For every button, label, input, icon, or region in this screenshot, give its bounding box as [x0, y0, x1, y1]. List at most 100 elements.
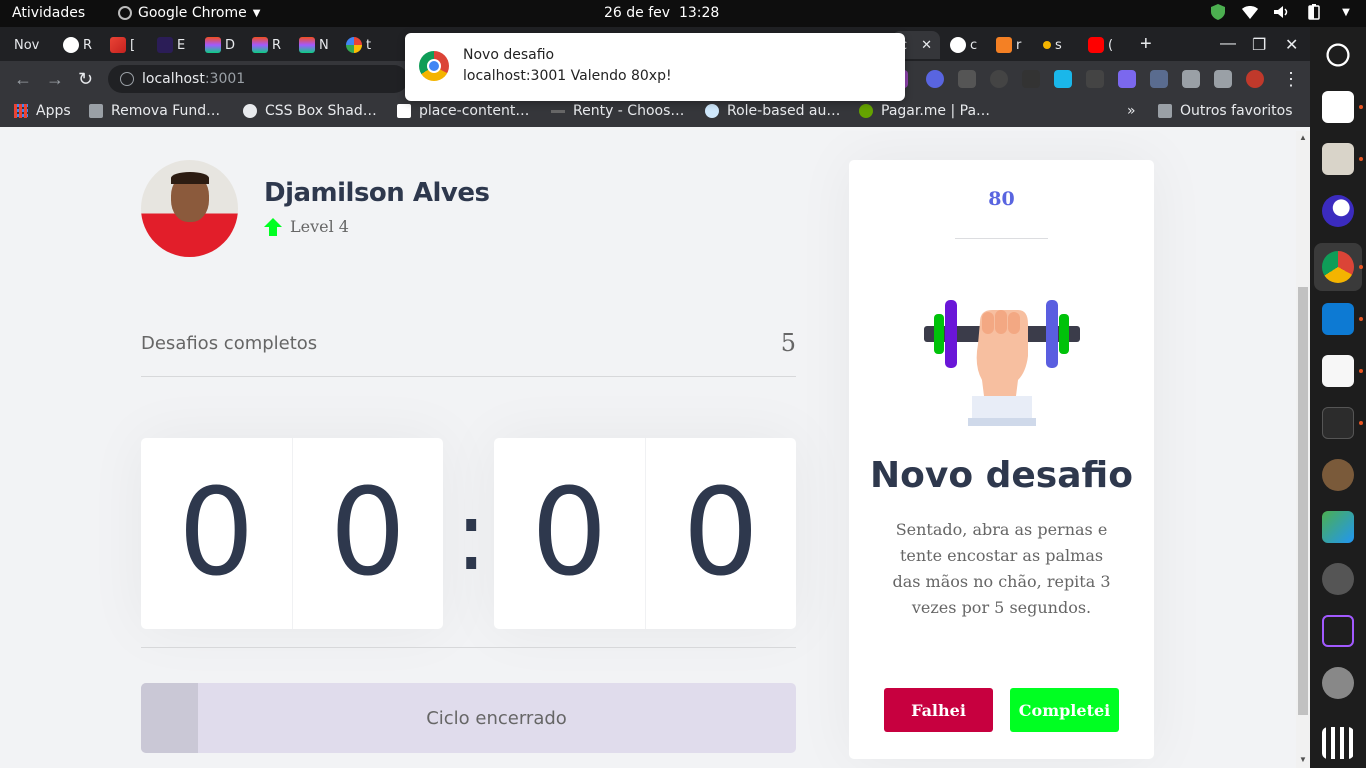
battery-icon[interactable]: [1306, 4, 1322, 20]
money-icon[interactable]: [1322, 511, 1354, 543]
bookmark-apps[interactable]: Apps: [14, 103, 71, 119]
app-menu[interactable]: Google Chrome ▼: [118, 5, 260, 21]
more-menu-icon[interactable]: ⋮: [1282, 69, 1300, 90]
clock[interactable]: 26 de fev 13:28: [604, 5, 719, 21]
running-indicator: [1359, 265, 1363, 269]
tab[interactable]: c: [950, 31, 977, 59]
bookmark-label: Renty - Choos…: [573, 103, 685, 119]
apps-grid-icon: [14, 104, 28, 118]
tab[interactable]: [: [110, 31, 135, 59]
other-bookmarks-label: Outros favoritos: [1180, 103, 1293, 119]
scroll-down-icon[interactable]: ▼: [1299, 755, 1307, 764]
bookmark-item[interactable]: Role-based au…: [705, 103, 840, 119]
page-content: Djamilson Alves Level 4 Desafios complet…: [0, 131, 1296, 768]
close-tab-icon[interactable]: ✕: [921, 38, 932, 53]
vscode-icon[interactable]: [1322, 303, 1354, 335]
show-apps-icon[interactable]: [1322, 727, 1354, 759]
mdn-icon: [397, 104, 411, 118]
vimeo-icon[interactable]: [1054, 70, 1072, 88]
bookmarks-overflow-icon[interactable]: »: [1127, 103, 1136, 119]
tab-label: r: [1016, 37, 1022, 53]
bookmark-item[interactable]: Renty - Choos…: [551, 103, 684, 119]
code-icon[interactable]: [1150, 70, 1168, 88]
extension-icon[interactable]: [990, 70, 1008, 88]
tab[interactable]: N: [299, 31, 329, 59]
back-button[interactable]: ←: [14, 69, 32, 90]
cycle-button[interactable]: Ciclo encerrado: [141, 683, 796, 753]
formula-icon[interactable]: [1086, 70, 1104, 88]
wifi-icon[interactable]: [1242, 4, 1258, 20]
countdown-separator: :: [455, 480, 488, 592]
reload-button[interactable]: ↻: [78, 69, 93, 90]
maximize-button[interactable]: ❐: [1252, 35, 1266, 55]
pagarme-icon: [859, 104, 873, 118]
system-tray[interactable]: ▼: [1210, 4, 1354, 20]
bookmark-item[interactable]: CSS Box Shad…: [243, 103, 377, 119]
volume-icon[interactable]: [1274, 4, 1290, 20]
fail-button[interactable]: Falhei: [884, 688, 993, 732]
obs-icon[interactable]: [1322, 39, 1354, 71]
scrollbar-thumb[interactable]: [1298, 287, 1308, 715]
activities-button[interactable]: Atividades: [12, 5, 85, 21]
media-icon[interactable]: [1214, 70, 1232, 88]
minimize-button[interactable]: —: [1220, 35, 1236, 53]
tab[interactable]: D: [205, 31, 235, 59]
bookmark-item[interactable]: Remova Fund…: [89, 103, 220, 119]
profile-avatar-icon[interactable]: [1246, 70, 1264, 88]
complete-button[interactable]: Completei: [1010, 688, 1119, 732]
tab-label: s: [1055, 37, 1062, 53]
extension-icon[interactable]: [1022, 70, 1040, 88]
tab[interactable]: R: [252, 31, 281, 59]
shield-icon[interactable]: [1210, 4, 1226, 20]
beaver-icon[interactable]: [1322, 459, 1354, 491]
tab[interactable]: (: [1088, 31, 1113, 59]
scroll-up-icon[interactable]: ▲: [1299, 133, 1307, 142]
challenge-card: 80 Novo desafio Sentado, abra as pernas …: [849, 160, 1154, 759]
minute-digit: 0: [329, 464, 406, 603]
tab[interactable]: E: [157, 31, 185, 59]
new-tab-button[interactable]: +: [1140, 33, 1152, 56]
chrome-icon[interactable]: [1322, 251, 1354, 283]
running-indicator: [1359, 421, 1363, 425]
dumbbell-arm-icon: [924, 300, 1080, 426]
tab[interactable]: r: [996, 31, 1021, 59]
tab[interactable]: Nov: [14, 31, 39, 59]
puzzle-icon[interactable]: [1182, 70, 1200, 88]
tab-label: R: [272, 37, 282, 53]
vercel-icon: [157, 37, 173, 53]
tab-label: (: [1108, 37, 1114, 53]
power-menu-icon[interactable]: ▼: [1338, 4, 1354, 20]
tab[interactable]: s: [1043, 31, 1062, 59]
notification-body: localhost:3001 Valendo 80xp!: [463, 68, 672, 84]
terminal-icon[interactable]: [1322, 407, 1354, 439]
extension-icon[interactable]: [958, 70, 976, 88]
extension-icon[interactable]: [926, 70, 944, 88]
bookmark-label: Remova Fund…: [111, 103, 221, 119]
bookmark-label: Apps: [36, 103, 71, 119]
folder-icon: [1158, 104, 1172, 118]
address-bar[interactable]: localhost:3001: [108, 65, 408, 93]
tab-label: c: [970, 37, 978, 53]
text-editor-icon[interactable]: [1322, 355, 1354, 387]
level-row: Level 4: [264, 217, 349, 236]
writer-icon[interactable]: [1322, 91, 1354, 123]
bookmark-item[interactable]: Pagar.me | Pa…: [859, 103, 990, 119]
tab-label: R: [83, 37, 93, 53]
files-icon[interactable]: [1322, 143, 1354, 175]
other-bookmarks[interactable]: Outros favoritos: [1158, 103, 1293, 119]
close-window-button[interactable]: ✕: [1285, 35, 1298, 55]
page-scrollbar[interactable]: ▲ ▼: [1296, 131, 1310, 768]
notification-popup[interactable]: Novo desafio localhost:3001 Valendo 80xp…: [405, 33, 905, 101]
completed-challenges: Desafios completos 5: [141, 327, 796, 377]
figma-icon[interactable]: [1322, 615, 1354, 647]
forward-button[interactable]: →: [46, 69, 64, 90]
site-info-icon[interactable]: [120, 72, 134, 86]
globe-icon: [243, 104, 257, 118]
bookmark-item[interactable]: place-content…: [397, 103, 529, 119]
gimp-icon[interactable]: [1322, 563, 1354, 595]
extension-icon[interactable]: [1118, 70, 1136, 88]
tab[interactable]: R: [63, 31, 92, 59]
figma-linux-icon[interactable]: [1322, 195, 1354, 227]
tab[interactable]: t: [346, 31, 371, 59]
disk-icon[interactable]: [1322, 667, 1354, 699]
